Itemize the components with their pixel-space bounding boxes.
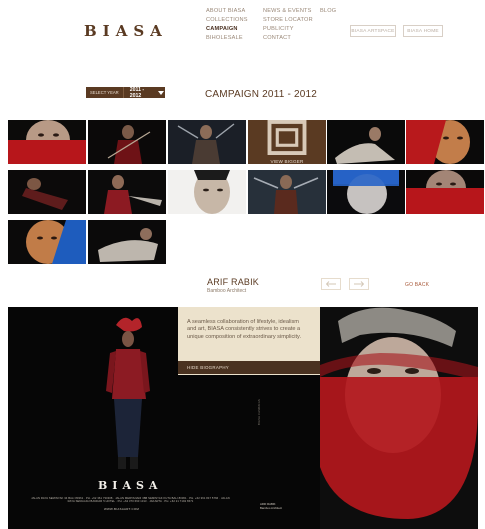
nav-contact[interactable]: CONTACT xyxy=(263,35,313,42)
nav-news-events[interactable]: NEWS & EVENTS xyxy=(263,8,313,15)
thumbnail[interactable] xyxy=(88,120,166,164)
thumbnail[interactable] xyxy=(88,170,166,214)
nav-blog[interactable]: BLOG xyxy=(320,8,336,15)
nav-column-2: NEWS & EVENTS STORE LOCATOR PUBLICITY CO… xyxy=(263,8,313,42)
nav-column-3: BLOG xyxy=(320,8,336,15)
hide-biography-label: HIDE BIOGRAPHY xyxy=(187,365,230,370)
home-button[interactable]: BIASA HOME xyxy=(403,25,443,37)
page-title: CAMPAIGN 2011 - 2012 xyxy=(205,89,318,100)
previous-button[interactable] xyxy=(321,278,341,290)
thumbnail[interactable] xyxy=(168,170,246,214)
nav-store-locator[interactable]: STORE LOCATOR xyxy=(263,17,313,24)
thumbnail[interactable] xyxy=(327,120,405,164)
chevron-down-icon xyxy=(156,87,165,98)
vertical-label: BIASA CAMPAIGN xyxy=(258,398,261,425)
thumbnail[interactable] xyxy=(406,120,484,164)
thumbnail[interactable] xyxy=(406,170,484,214)
thumbnail[interactable] xyxy=(248,170,326,214)
biasa-logo-overlay: BIASA xyxy=(98,479,163,492)
website-text: WWW.BIASAART.COM xyxy=(104,507,140,511)
thumbnail[interactable] xyxy=(8,220,86,264)
campaign-large-image: A seamless collaboration of lifestyle, i… xyxy=(8,307,478,529)
arrow-left-icon xyxy=(326,281,336,287)
enlarge-icon xyxy=(267,120,307,155)
hide-biography-button[interactable]: HIDE BIOGRAPHY xyxy=(178,361,320,374)
biasa-logo[interactable]: BIASA xyxy=(84,22,168,40)
thumbnail[interactable] xyxy=(8,120,86,164)
view-bigger-label: VIEW BIGGER xyxy=(270,159,304,164)
nav-about[interactable]: ABOUT BIASA xyxy=(206,8,248,15)
year-select[interactable]: SELECT YEAR 2011 - 2012 xyxy=(86,86,165,99)
thumbnail[interactable] xyxy=(327,170,405,214)
year-select-value: 2011 - 2012 xyxy=(129,86,145,99)
person-name: ARIF RABIK xyxy=(207,277,260,287)
view-bigger-button[interactable]: VIEW BIGGER xyxy=(248,120,326,164)
thumbnail[interactable] xyxy=(168,120,246,164)
next-button[interactable] xyxy=(349,278,369,290)
person-role: Bamboo Architect xyxy=(207,288,247,294)
nav-collections[interactable]: COLLECTIONS xyxy=(206,17,248,24)
artspace-button[interactable]: BIASA ARTSPACE xyxy=(350,25,396,37)
address-text: JALAN RAYA SEMINYAK 34 BALI 80361 · PH. … xyxy=(31,497,230,504)
thumbnail[interactable] xyxy=(8,170,86,214)
portrait xyxy=(320,307,478,529)
nav-publicity[interactable]: PUBLICITY xyxy=(263,26,313,33)
portrait-caption: ARIF RABIK Bamboo Architect xyxy=(260,502,282,510)
nav-biholesale[interactable]: BIHOLESALE xyxy=(206,35,248,42)
portrait-caption-role: Bamboo Architect xyxy=(260,505,282,510)
nav-campaign[interactable]: CAMPAIGN xyxy=(206,26,248,33)
year-select-label: SELECT YEAR xyxy=(86,87,124,98)
thumbnail[interactable] xyxy=(88,220,166,264)
nav-column-1: ABOUT BIASA COLLECTIONS CAMPAIGN BIHOLES… xyxy=(206,8,248,42)
biography-text: A seamless collaboration of lifestyle, i… xyxy=(187,319,301,340)
arrow-right-icon xyxy=(354,281,364,287)
go-back-link[interactable]: GO BACK xyxy=(405,282,429,288)
